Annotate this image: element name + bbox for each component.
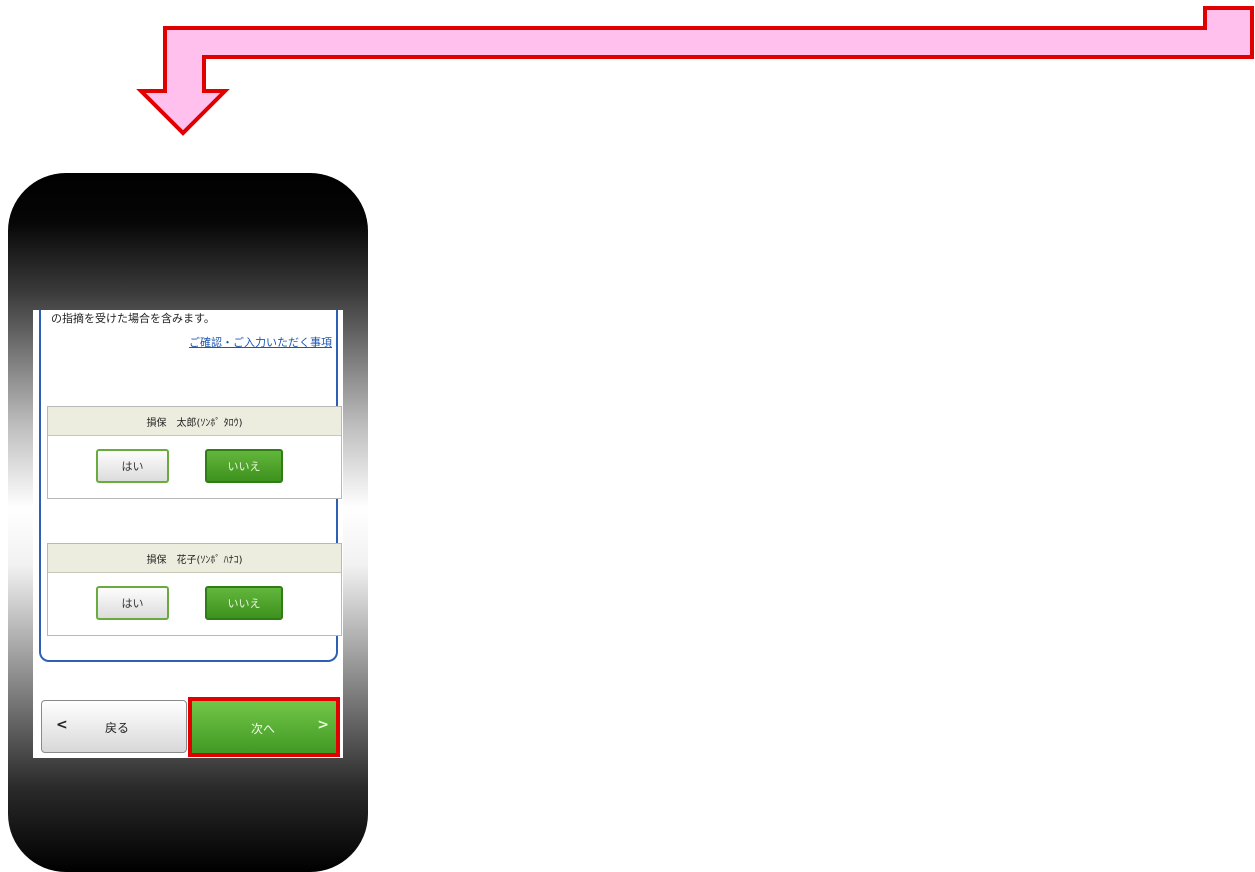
no-button-selected[interactable]: いいえ	[205, 586, 283, 620]
person-name: 損保 花子(ｿﾝﾎﾟ ﾊﾅｺ)	[48, 544, 341, 573]
next-button[interactable]: 次へ >	[191, 700, 339, 755]
no-button-selected[interactable]: いいえ	[205, 449, 283, 483]
notice-text: の指摘を受けた場合を含みます。	[51, 312, 215, 325]
confirm-items-link[interactable]: ご確認・ご入力いただく事項	[189, 334, 332, 350]
back-label: 戻る	[105, 721, 130, 735]
back-button[interactable]: < 戻る	[41, 700, 187, 753]
yes-button[interactable]: はい	[96, 449, 169, 483]
callout-arrow-shape	[136, 6, 1254, 136]
person-block: 損保 太郎(ｿﾝﾎﾟ ﾀﾛｳ) はい いいえ	[47, 406, 342, 499]
yes-button[interactable]: はい	[96, 586, 169, 620]
chevron-right-icon: >	[317, 717, 329, 733]
person-block: 損保 花子(ｿﾝﾎﾟ ﾊﾅｺ) はい いいえ	[47, 543, 342, 636]
person-name: 損保 太郎(ｿﾝﾎﾟ ﾀﾛｳ)	[48, 407, 341, 436]
callout-arrow	[136, 6, 1254, 136]
phone-screen: の指摘を受けた場合を含みます。 ご確認・ご入力いただく事項 損保 太郎(ｿﾝﾎﾟ…	[33, 310, 343, 758]
smartphone-frame: の指摘を受けた場合を含みます。 ご確認・ご入力いただく事項 損保 太郎(ｿﾝﾎﾟ…	[8, 173, 368, 872]
chevron-left-icon: <	[56, 717, 68, 733]
footer-nav: < 戻る 次へ >	[33, 697, 343, 757]
next-label: 次へ	[251, 722, 276, 736]
